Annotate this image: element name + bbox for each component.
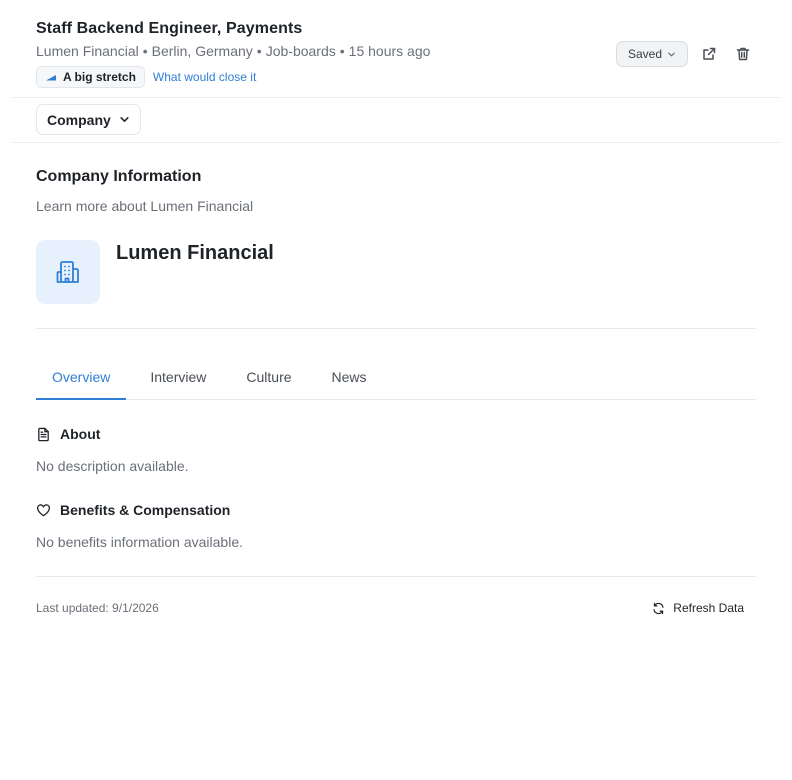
- company-name: Lumen Financial: [116, 242, 274, 264]
- company-logo: [36, 240, 100, 304]
- about-text: No description available.: [36, 458, 189, 474]
- toolbar-divider: [12, 142, 780, 143]
- refresh-label: Refresh Data: [673, 601, 744, 615]
- job-title: Staff Backend Engineer, Payments: [36, 20, 303, 37]
- fit-row: A big stretch What would close it: [36, 66, 256, 88]
- tab-interview[interactable]: Interview: [134, 354, 222, 399]
- chevron-down-icon: [667, 50, 676, 59]
- benefits-title: Benefits & Compensation: [60, 502, 231, 518]
- about-heading: About: [36, 426, 100, 442]
- tab-culture[interactable]: Culture: [230, 354, 307, 399]
- benefits-text: No benefits information available.: [36, 534, 244, 550]
- open-external-button[interactable]: [696, 41, 722, 67]
- footer-divider: [36, 576, 756, 577]
- company-divider: [36, 328, 756, 329]
- refresh-data-button[interactable]: Refresh Data: [652, 601, 744, 615]
- job-location: Berlin, Germany: [151, 43, 253, 59]
- benefits-heading: Benefits & Compensation: [36, 502, 230, 518]
- refresh-icon: [653, 602, 664, 614]
- fit-badge-label: A big stretch: [63, 70, 136, 84]
- meta-separator: •: [256, 43, 262, 59]
- heart-icon: [37, 503, 50, 516]
- company-tabs: Overview Interview Culture News: [36, 354, 756, 400]
- about-title: About: [60, 426, 101, 442]
- tab-news[interactable]: News: [316, 354, 383, 399]
- delete-button[interactable]: [730, 41, 756, 67]
- company-info-subtitle: Learn more about Lumen Financial: [36, 198, 254, 214]
- what-would-close-it-link[interactable]: What would close it: [153, 70, 256, 84]
- meta-separator: •: [339, 43, 345, 59]
- company-info-title: Company Information: [36, 168, 202, 185]
- document-icon: [38, 427, 49, 441]
- job-header: Staff Backend Engineer, Payments Lumen F…: [0, 0, 792, 98]
- tab-overview[interactable]: Overview: [36, 354, 127, 400]
- building-icon: [56, 261, 79, 283]
- job-posted: 15 hours ago: [348, 43, 431, 59]
- section-dropdown[interactable]: Company: [36, 104, 141, 135]
- header-divider: [12, 97, 780, 98]
- chevron-down-icon: [119, 114, 130, 125]
- external-link-icon: [703, 47, 716, 60]
- trash-icon: [736, 47, 750, 61]
- job-source: Job-boards: [265, 43, 336, 59]
- section-dropdown-label: Company: [47, 111, 111, 128]
- saved-label: Saved: [627, 47, 662, 61]
- job-actions: Saved: [615, 41, 756, 67]
- signal-low-icon: [46, 75, 56, 81]
- meta-separator: •: [142, 43, 148, 59]
- job-meta: Lumen Financial • Berlin, Germany • Job-boar…: [36, 43, 430, 59]
- job-company: Lumen Financial: [36, 43, 139, 59]
- saved-dropdown-button[interactable]: Saved: [615, 41, 688, 67]
- last-updated: Last updated: 9/1/2026: [36, 601, 159, 615]
- fit-badge: A big stretch: [36, 66, 145, 88]
